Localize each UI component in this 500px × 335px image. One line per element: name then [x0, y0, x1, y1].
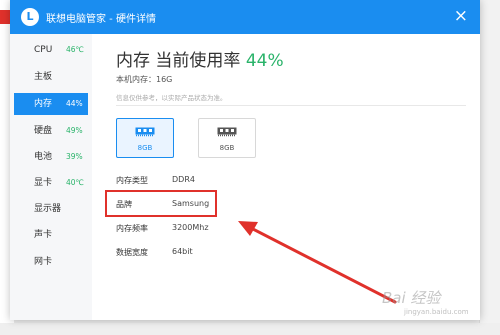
watermark-url: jingyan.baidu.com	[404, 308, 469, 316]
watermark: Bai 经验	[382, 289, 441, 307]
annotation-arrow	[238, 221, 397, 304]
